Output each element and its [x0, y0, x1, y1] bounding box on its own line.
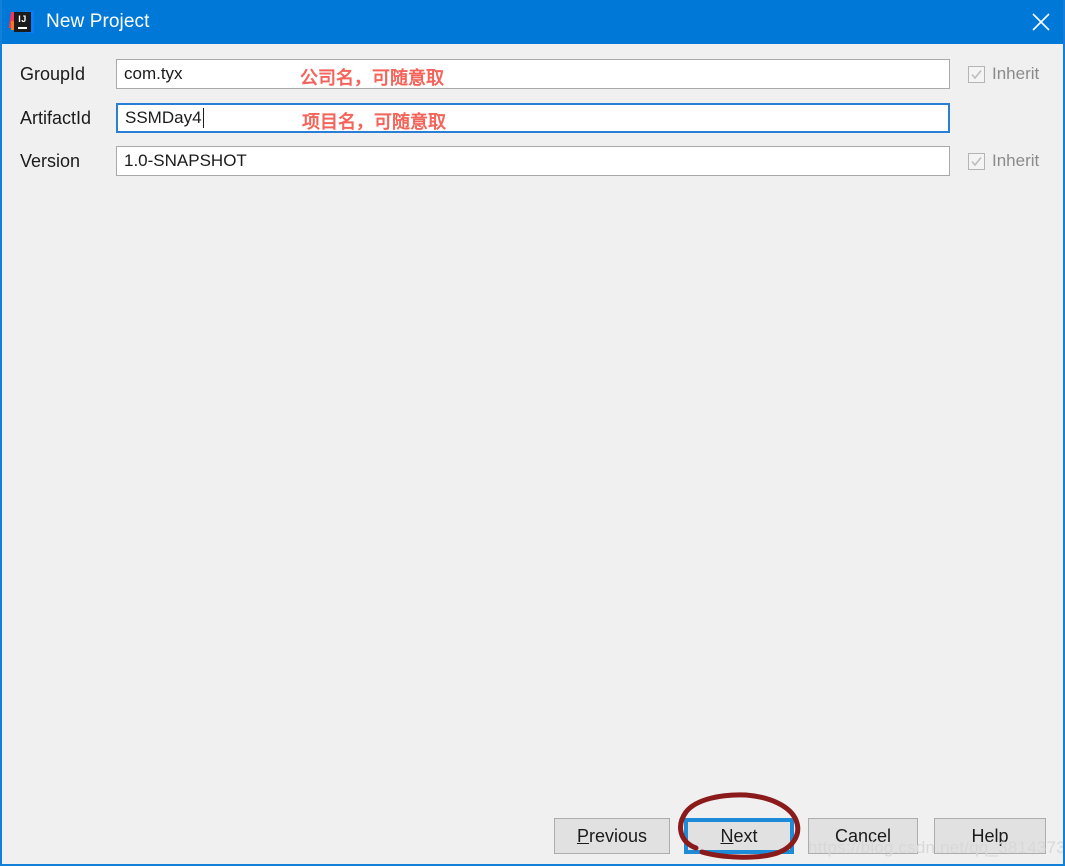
version-inherit-group[interactable]: Inherit — [968, 151, 1039, 171]
cancel-button[interactable]: Cancel — [808, 818, 918, 854]
groupid-value: com.tyx — [124, 64, 183, 83]
new-project-dialog: IJ New Project GroupId com.tyx Inherit A… — [0, 0, 1065, 866]
version-inherit-checkbox[interactable] — [968, 152, 985, 170]
version-inherit-label: Inherit — [992, 151, 1040, 170]
button-bar: Previous Next Cancel Help — [2, 818, 1063, 864]
artifactid-label: ArtifactId — [20, 108, 92, 128]
intellij-idea-icon: IJ — [8, 10, 35, 35]
previous-button[interactable]: Previous — [554, 818, 670, 854]
version-input[interactable]: 1.0-SNAPSHOT — [116, 146, 950, 176]
next-button-label-rest: ext — [733, 825, 758, 846]
form-row-groupid: GroupId com.tyx Inherit — [2, 59, 1063, 89]
groupid-input[interactable]: com.tyx — [116, 59, 950, 89]
app-icon-letters: IJ — [18, 13, 27, 24]
artifactid-input[interactable]: SSMDay4 — [116, 103, 950, 133]
help-button[interactable]: Help — [934, 818, 1046, 854]
artifactid-value: SSMDay4 — [125, 108, 202, 127]
groupid-inherit-label: Inherit — [992, 64, 1040, 83]
form-row-artifactid: ArtifactId SSMDay4 — [2, 103, 1063, 133]
version-value: 1.0-SNAPSHOT — [124, 151, 247, 170]
text-caret — [202, 108, 204, 128]
groupid-inherit-checkbox[interactable] — [968, 65, 985, 83]
title-bar: IJ New Project — [2, 0, 1063, 44]
groupid-inherit-group[interactable]: Inherit — [968, 64, 1039, 84]
version-label: Version — [20, 151, 81, 171]
window-title: New Project — [46, 11, 150, 32]
form-row-version: Version 1.0-SNAPSHOT Inherit — [2, 146, 1063, 176]
previous-button-label-rest: revious — [588, 825, 648, 846]
next-button[interactable]: Next — [684, 818, 794, 854]
groupid-label: GroupId — [20, 64, 86, 84]
close-icon[interactable] — [1017, 0, 1063, 44]
